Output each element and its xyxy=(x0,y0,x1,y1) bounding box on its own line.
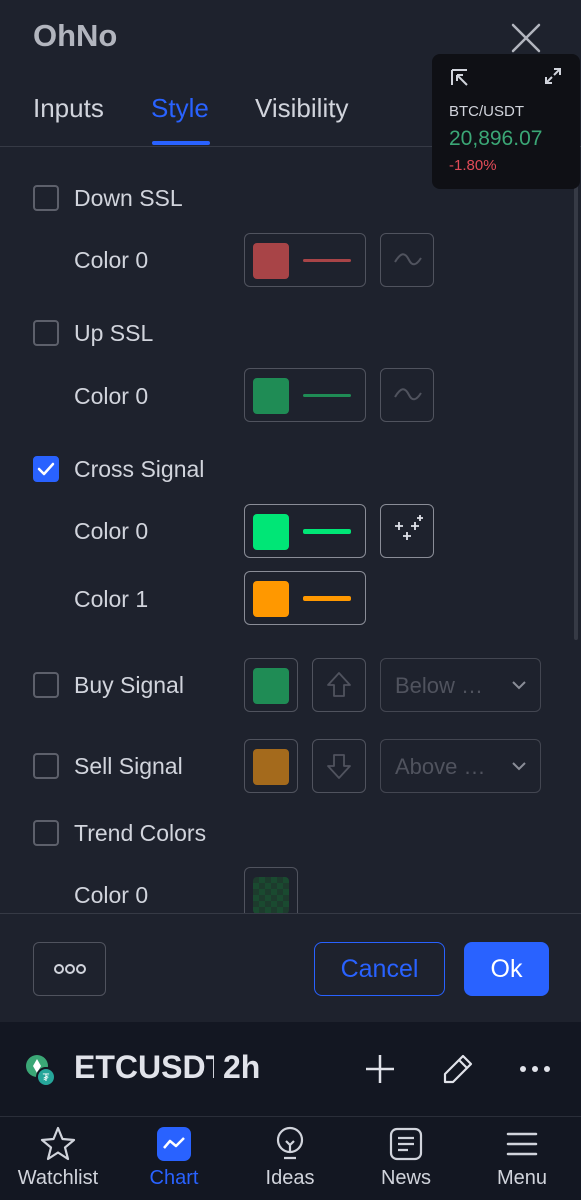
nav-watchlist[interactable]: Watchlist xyxy=(3,1125,113,1190)
down-ssl-plot-style-button[interactable] xyxy=(380,233,434,287)
up-ssl-checkbox[interactable] xyxy=(33,320,59,346)
sell-signal-location-value: Above … xyxy=(395,754,486,779)
menu-icon xyxy=(506,1132,538,1156)
star-icon xyxy=(40,1126,76,1161)
nav-watchlist-label: Watchlist xyxy=(17,1167,99,1189)
active-tab-indicator xyxy=(152,141,210,145)
more-options-button[interactable] xyxy=(33,942,106,996)
more-horizontal-icon[interactable] xyxy=(518,1052,552,1086)
close-button[interactable] xyxy=(508,20,544,56)
bottom-navigation: Watchlist Chart Ideas News Menu xyxy=(0,1116,581,1200)
dialog-title: OhNo xyxy=(33,18,118,53)
buy-signal-checkbox[interactable] xyxy=(33,672,59,698)
indicator-settings-dialog: OhNo Inputs Style Visibility BTC/USDT 20… xyxy=(0,0,581,1022)
down-ssl-label: Down SSL xyxy=(74,185,183,211)
line-sample xyxy=(303,259,351,262)
arrow-up-icon xyxy=(327,672,351,697)
svg-text:₮: ₮ xyxy=(43,1072,50,1084)
tab-inputs[interactable]: Inputs xyxy=(33,93,104,124)
chart-icon xyxy=(157,1127,191,1161)
sell-signal-color-button[interactable] xyxy=(244,739,298,793)
down-ssl-checkbox[interactable] xyxy=(33,185,59,211)
nav-ideas-label: Ideas xyxy=(265,1167,315,1189)
ok-button[interactable]: Ok xyxy=(464,942,549,996)
up-ssl-label: Up SSL xyxy=(74,320,154,346)
plus-icon[interactable] xyxy=(363,1052,397,1086)
floating-ticker[interactable]: BTC/USDT 20,896.07 -1.80% xyxy=(432,54,580,189)
down-ssl-color0-label: Color 0 xyxy=(74,247,149,273)
lightbulb-icon xyxy=(276,1126,304,1160)
scrollbar[interactable] xyxy=(574,180,578,640)
sell-signal-location-select[interactable]: Above … xyxy=(380,739,541,793)
line-style-icon xyxy=(394,253,422,266)
drawing-pen-icon[interactable] xyxy=(441,1052,475,1086)
line-style-icon xyxy=(394,388,422,401)
nav-menu[interactable]: Menu xyxy=(467,1125,577,1190)
down-ssl-color0-button[interactable] xyxy=(244,233,366,287)
color-swatch xyxy=(253,243,289,279)
symbol-name[interactable]: ETCUSDT xyxy=(74,1049,214,1086)
trend-colors-color0-label: Color 0 xyxy=(74,882,149,908)
cross-plot-icon xyxy=(395,515,423,540)
coin-icon: ₮ xyxy=(26,1055,56,1087)
arrow-down-icon xyxy=(327,754,351,779)
cross-signal-plot-style-button[interactable] xyxy=(380,504,434,558)
tab-visibility[interactable]: Visibility xyxy=(255,93,348,124)
line-sample xyxy=(303,529,351,534)
color-swatch xyxy=(253,877,289,914)
chevron-down-icon xyxy=(512,762,526,771)
up-ssl-plot-style-button[interactable] xyxy=(380,368,434,422)
ticker-price: 20,896.07 xyxy=(449,127,543,150)
footer-divider xyxy=(0,913,581,914)
buy-signal-location-select[interactable]: Below … xyxy=(380,658,541,712)
color-swatch xyxy=(253,581,289,617)
sell-signal-label: Sell Signal xyxy=(74,753,183,779)
buy-signal-label: Buy Signal xyxy=(74,672,184,698)
nav-news-label: News xyxy=(380,1167,431,1189)
nav-menu-label: Menu xyxy=(496,1167,548,1189)
chevron-down-icon xyxy=(512,681,526,690)
buy-signal-color-button[interactable] xyxy=(244,658,298,712)
sell-signal-checkbox[interactable] xyxy=(33,753,59,779)
cross-signal-color0-button[interactable] xyxy=(244,504,366,558)
cross-signal-color1-label: Color 1 xyxy=(74,586,149,612)
interval-selector[interactable]: 2h xyxy=(223,1049,260,1086)
line-sample xyxy=(303,394,351,397)
trend-colors-color0-button[interactable] xyxy=(244,867,298,914)
color-swatch xyxy=(253,514,289,550)
line-sample xyxy=(303,596,351,601)
close-icon xyxy=(511,23,541,53)
cross-signal-label: Cross Signal xyxy=(74,456,205,482)
news-icon xyxy=(389,1127,423,1161)
cancel-button[interactable]: Cancel xyxy=(314,942,445,996)
more-dots-icon xyxy=(54,964,86,974)
nav-ideas[interactable]: Ideas xyxy=(235,1125,345,1190)
buy-signal-shape-button[interactable] xyxy=(312,658,366,712)
nav-chart-label: Chart xyxy=(149,1167,199,1189)
color-swatch xyxy=(253,378,289,414)
trend-colors-checkbox[interactable] xyxy=(33,820,59,846)
sell-signal-shape-button[interactable] xyxy=(312,739,366,793)
checkmark-icon xyxy=(37,462,55,476)
up-ssl-color0-label: Color 0 xyxy=(74,383,149,409)
ticker-change: -1.80% xyxy=(449,157,497,174)
cross-signal-color1-button[interactable] xyxy=(244,571,366,625)
expand-icon[interactable] xyxy=(544,67,562,85)
nav-news[interactable]: News xyxy=(351,1125,461,1190)
nav-chart[interactable]: Chart xyxy=(119,1125,229,1190)
color-swatch xyxy=(253,668,289,704)
trend-colors-label: Trend Colors xyxy=(74,820,207,846)
ticker-symbol: BTC/USDT xyxy=(449,103,524,120)
cross-signal-checkbox[interactable] xyxy=(33,456,59,482)
cross-signal-color0-label: Color 0 xyxy=(74,518,149,544)
minimize-icon[interactable] xyxy=(449,67,471,89)
color-swatch xyxy=(253,749,289,785)
buy-signal-location-value: Below … xyxy=(395,673,484,698)
tab-style[interactable]: Style xyxy=(151,93,209,124)
up-ssl-color0-button[interactable] xyxy=(244,368,366,422)
